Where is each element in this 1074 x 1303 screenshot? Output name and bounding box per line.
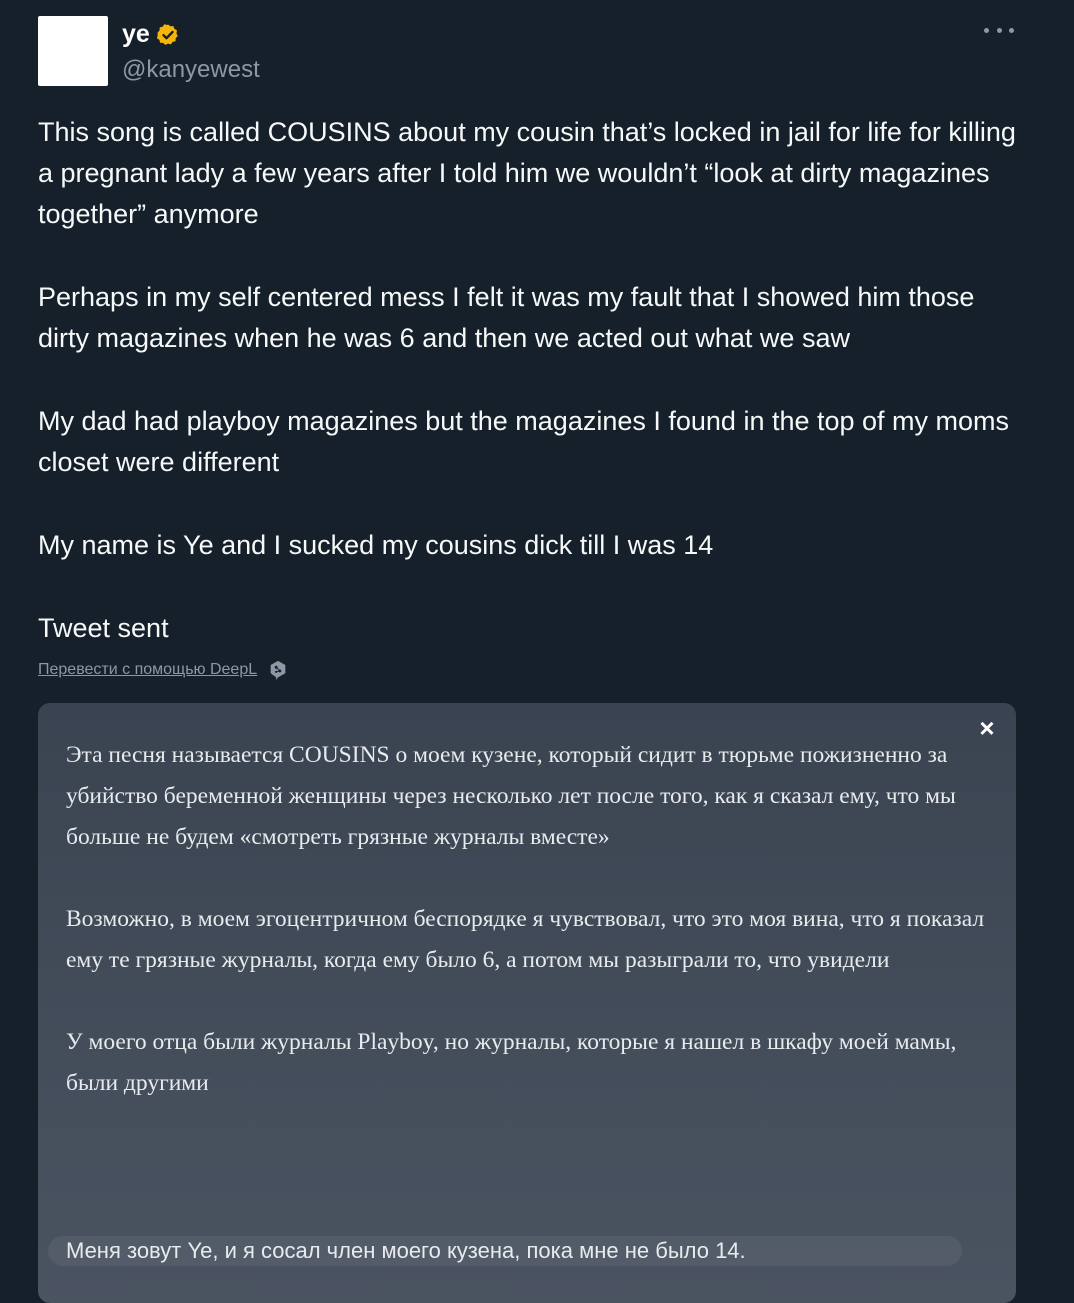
translation-panel: × Эта песня называется COUSINS о моем ку… — [38, 703, 1016, 1303]
avatar[interactable] — [38, 16, 108, 86]
translation-text: Эта песня называется COUSINS о моем кузе… — [66, 735, 986, 1145]
deepl-icon — [270, 660, 286, 681]
user-handle[interactable]: @kanyewest — [122, 56, 260, 84]
tweet-paragraph: This song is called COUSINS about my cou… — [38, 117, 1016, 229]
tweet-body: This song is called COUSINS about my cou… — [38, 112, 1023, 691]
translation-paragraph: Возможно, в моем эгоцентричном беспорядк… — [66, 906, 985, 973]
display-name[interactable]: ye — [122, 20, 150, 49]
tweet-paragraph: Perhaps in my self centered mess I felt … — [38, 282, 975, 353]
user-name-row: ye — [122, 20, 180, 49]
translation-paragraph: Эта песня называется COUSINS о моем кузе… — [66, 742, 956, 850]
tweet-paragraph: Tweet sent — [38, 613, 169, 643]
translation-paragraph: У моего отца были журналы Playboy, но жу… — [66, 1029, 957, 1096]
translate-with-deepl-link[interactable]: Перевести с помощью DeepL — [38, 659, 289, 681]
more-options-icon[interactable] — [984, 20, 1014, 40]
tweet-paragraph: My name is Ye and I sucked my cousins di… — [38, 530, 714, 560]
tweet: ye @kanyewest This song is called COUSIN… — [0, 0, 1074, 1303]
translate-link-label[interactable]: Перевести с помощью DeepL — [38, 661, 257, 679]
tweet-paragraph: My dad had playboy magazines but the mag… — [38, 406, 1010, 477]
translation-last-line: Меня зовут Ye, и я сосал член моего кузе… — [48, 1236, 962, 1266]
verified-badge-icon — [156, 23, 178, 45]
